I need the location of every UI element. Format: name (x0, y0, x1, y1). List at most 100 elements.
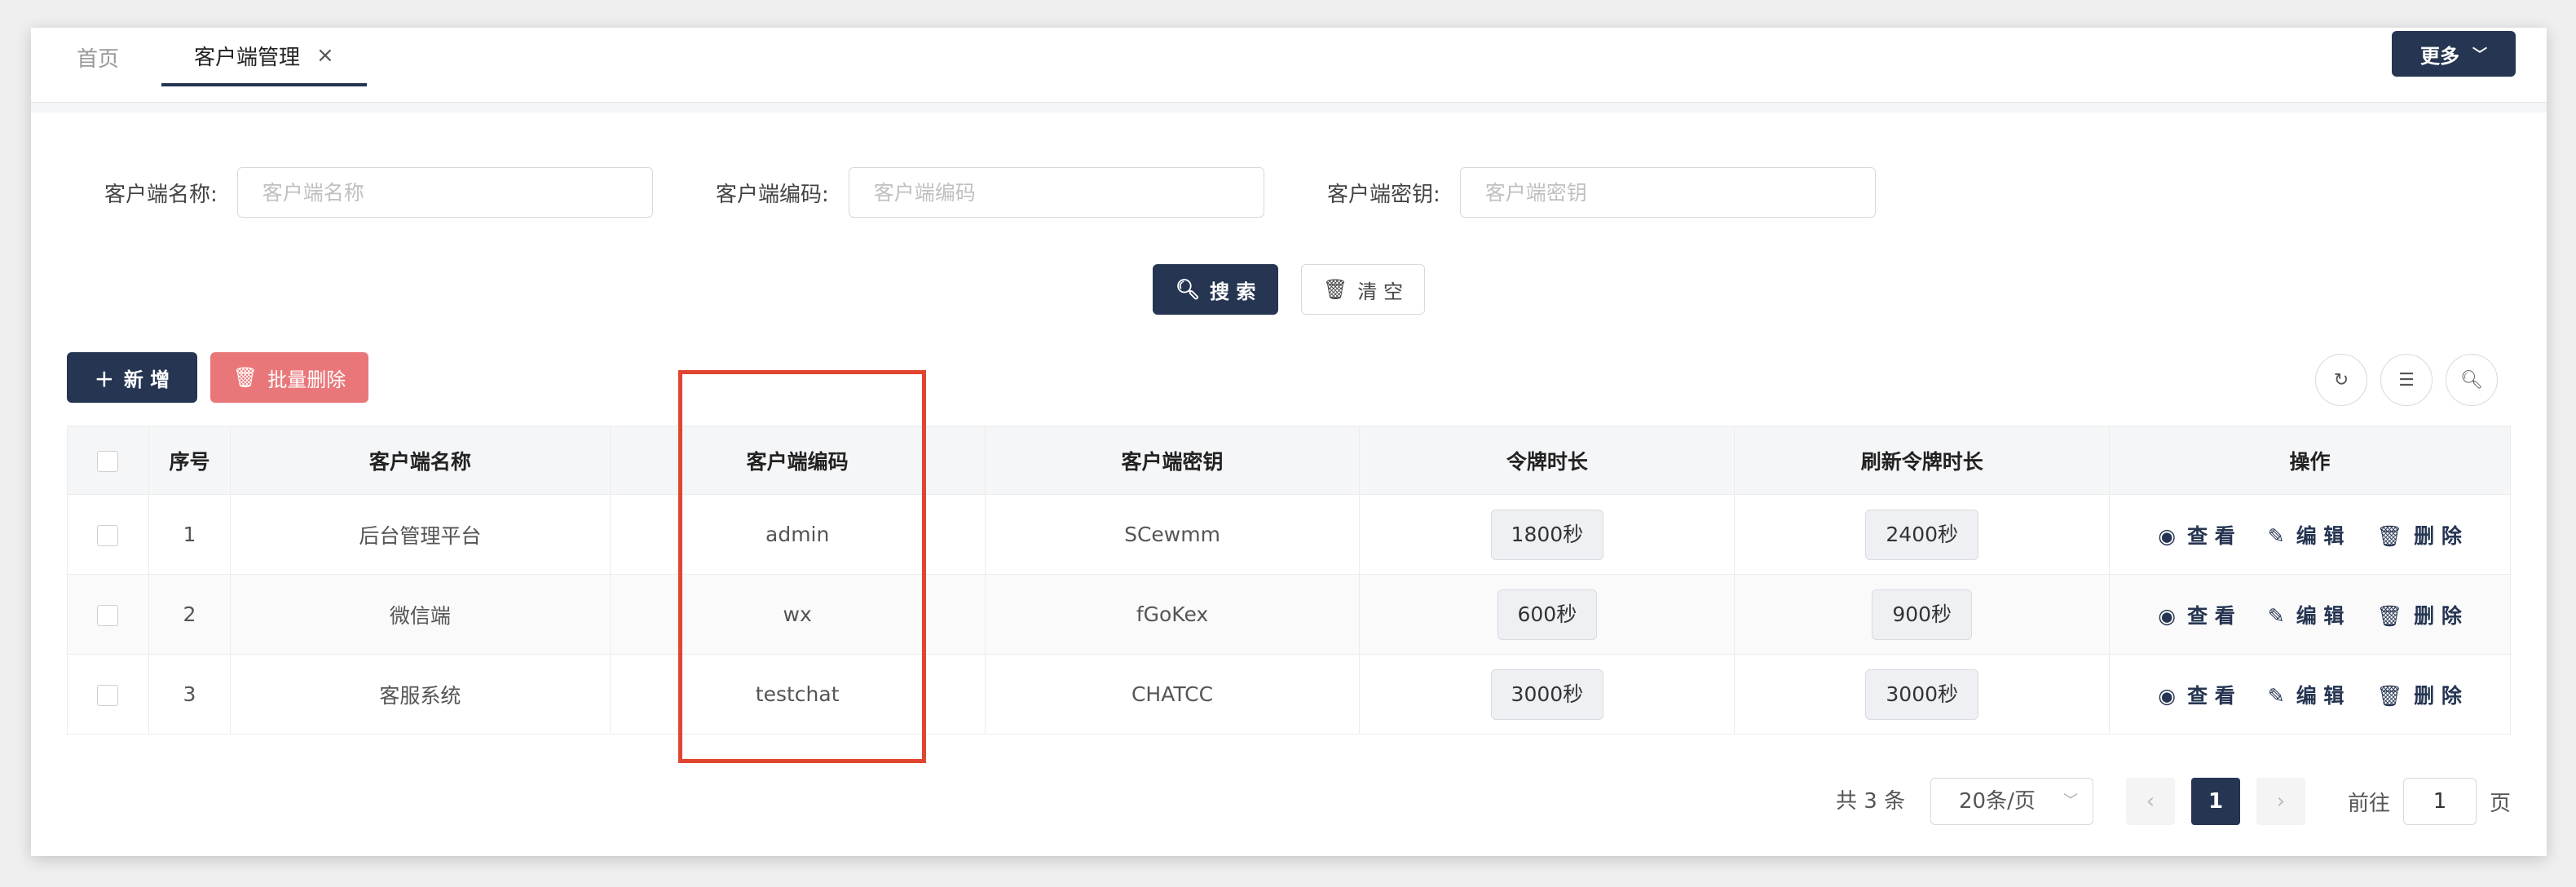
refresh-duration-badge: 900秒 (1872, 589, 1973, 640)
client-table: 序号 客户端名称 客户端编码 客户端密钥 令牌时长 刷新令牌时长 操作 1 后台… (67, 426, 2511, 735)
client-code-label: 客户端编码: (716, 182, 829, 207)
column-header: 客户端密钥 (985, 426, 1361, 495)
eye-icon: ◉ (2158, 603, 2177, 628)
edit-button[interactable]: ✎ 编 辑 (2261, 604, 2351, 628)
current-page-button[interactable]: 1 (2191, 778, 2240, 825)
column-header: 客户端名称 (230, 426, 611, 495)
plus-icon: ＋ (94, 368, 114, 391)
row-checkbox[interactable] (97, 525, 119, 546)
row-actions: ◉ 查 看 ✎ 编 辑 🗑︎ 删 除 (2109, 574, 2511, 655)
refresh-duration-badge: 2400秒 (1865, 509, 1979, 560)
token-duration-badge: 1800秒 (1490, 509, 1604, 560)
column-header: 令牌时长 (1359, 426, 1736, 495)
clear-button[interactable]: 🗑︎ 清 空 (1301, 264, 1425, 315)
search-icon: 🔍︎ (2460, 369, 2483, 391)
chevron-left-icon: ‹ (2146, 789, 2155, 814)
batch-delete-button[interactable]: 🗑︎ 批量删除 (210, 352, 368, 403)
edit-label: 编 辑 (2296, 683, 2344, 708)
sliders-icon: ☰ (2398, 369, 2415, 391)
edit-label: 编 辑 (2296, 603, 2344, 628)
delete-button[interactable]: 🗑︎ 删 除 (2370, 604, 2468, 628)
delete-label: 删 除 (2414, 603, 2462, 628)
row-index: 1 (148, 494, 231, 575)
row-checkbox[interactable] (97, 605, 119, 626)
row-checkbox[interactable] (97, 685, 119, 706)
row-code: wx (610, 574, 986, 655)
tab-bar: 首页 客户端管理 × 更多 ﹀ (31, 28, 2547, 103)
edit-button[interactable]: ✎ 编 辑 (2261, 524, 2351, 548)
row-secret: fGoKex (985, 574, 1361, 655)
search-button-label: 搜 索 (1210, 280, 1256, 303)
edit-button[interactable]: ✎ 编 辑 (2261, 684, 2351, 708)
client-code-field: 客户端编码: (716, 166, 1264, 218)
table-row: 3 客服系统 testchat CHATCC 3000秒 3000秒 ◉ 查 看 … (67, 654, 2511, 735)
more-button-label: 更多 (2420, 44, 2459, 68)
tab-home-label: 首页 (77, 46, 120, 72)
eye-icon: ◉ (2158, 683, 2177, 708)
column-header: 刷新令牌时长 (1734, 426, 2111, 495)
page-size-select[interactable]: 20条/页 ﹀ (1930, 778, 2093, 825)
clear-button-label: 清 空 (1357, 280, 1404, 303)
view-label: 查 看 (2187, 683, 2235, 708)
delete-label: 删 除 (2414, 523, 2462, 548)
view-label: 查 看 (2187, 603, 2235, 628)
select-all-checkbox[interactable] (97, 451, 119, 472)
row-name: 微信端 (230, 574, 611, 655)
goto-page: 前往 页 (2348, 778, 2511, 825)
chevron-down-icon: ﹀ (2472, 46, 2487, 64)
main-panel: 客户端名称: 客户端编码: 客户端密钥: 🔍︎ 搜 索 🗑︎ 清 空 ＋ 新 增 (31, 113, 2547, 856)
search-button[interactable]: 🔍︎ 搜 索 (1153, 264, 1278, 315)
row-code: admin (610, 494, 986, 575)
refresh-button[interactable]: ↻ (2315, 354, 2367, 406)
goto-prefix: 前往 (2348, 791, 2391, 816)
select-all-cell (67, 426, 149, 495)
chevron-down-icon: ﹀ (2063, 792, 2078, 810)
refresh-icon: ↻ (2333, 369, 2349, 391)
chevron-right-icon: › (2276, 789, 2286, 814)
client-secret-label: 客户端密钥: (1327, 182, 1440, 207)
delete-button[interactable]: 🗑︎ 删 除 (2370, 684, 2468, 708)
refresh-duration-badge: 3000秒 (1865, 669, 1979, 720)
more-button[interactable]: 更多 ﹀ (2392, 31, 2516, 77)
view-button[interactable]: ◉ 查 看 (2151, 684, 2242, 708)
token-duration-badge: 600秒 (1497, 589, 1598, 640)
edit-label: 编 辑 (2296, 523, 2344, 548)
batch-delete-button-label: 批量删除 (267, 368, 346, 391)
trash-icon: 🗑︎ (232, 366, 258, 389)
delete-label: 删 除 (2414, 683, 2462, 708)
tab-client-management[interactable]: 客户端管理 × (161, 28, 367, 86)
close-icon[interactable]: × (316, 43, 334, 68)
add-button[interactable]: ＋ 新 增 (67, 352, 197, 403)
prev-page-button[interactable]: ‹ (2126, 778, 2175, 825)
client-secret-input[interactable] (1459, 167, 1876, 218)
delete-button[interactable]: 🗑︎ 删 除 (2370, 524, 2468, 548)
row-actions: ◉ 查 看 ✎ 编 辑 🗑︎ 删 除 (2109, 654, 2511, 735)
pencil-icon: ✎ (2267, 603, 2285, 628)
client-name-input[interactable] (236, 167, 653, 218)
app-window: 首页 客户端管理 × 更多 ﹀ 客户端名称: 客户端编码: 客户端密钥: (31, 28, 2547, 856)
trash-icon: 🗑︎ (2376, 523, 2403, 548)
row-code: testchat (610, 654, 986, 735)
eye-icon: ◉ (2158, 523, 2177, 548)
search-icon: 🔍︎ (1175, 278, 1201, 301)
column-settings-button[interactable]: ☰ (2380, 354, 2433, 406)
view-button[interactable]: ◉ 查 看 (2151, 524, 2242, 548)
search-form: 客户端名称: 客户端编码: 客户端密钥: (31, 166, 2547, 218)
row-secret: CHATCC (985, 654, 1361, 735)
table-header-row: 序号 客户端名称 客户端编码 客户端密钥 令牌时长 刷新令牌时长 操作 (67, 426, 2511, 495)
column-header: 操作 (2109, 426, 2511, 495)
row-secret: SCewmm (985, 494, 1361, 575)
add-button-label: 新 增 (123, 368, 170, 391)
row-name: 客服系统 (230, 654, 611, 735)
table-row: 1 后台管理平台 admin SCewmm 1800秒 2400秒 ◉ 查 看 ✎… (67, 494, 2511, 575)
row-actions: ◉ 查 看 ✎ 编 辑 🗑︎ 删 除 (2109, 494, 2511, 575)
client-code-input[interactable] (848, 167, 1264, 218)
column-header: 序号 (148, 426, 231, 495)
goto-page-input[interactable] (2403, 778, 2477, 825)
client-name-field: 客户端名称: (104, 166, 653, 218)
view-button[interactable]: ◉ 查 看 (2151, 604, 2242, 628)
total-count: 共 3 条 (1836, 789, 1906, 814)
tab-home[interactable]: 首页 (77, 28, 119, 86)
next-page-button[interactable]: › (2256, 778, 2305, 825)
toggle-search-button[interactable]: 🔍︎ (2446, 354, 2498, 406)
